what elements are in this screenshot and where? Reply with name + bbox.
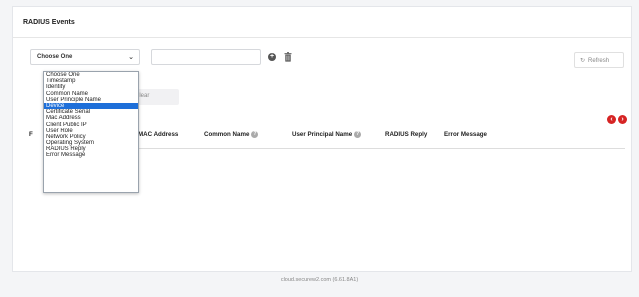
column-header-partial: F bbox=[29, 131, 33, 138]
refresh-icon: ↻ bbox=[580, 58, 586, 64]
filter-field-select[interactable]: Choose One ⌄ bbox=[30, 49, 140, 65]
column-header-error-message[interactable]: Error Message bbox=[444, 131, 487, 138]
column-label: Common Name bbox=[204, 131, 250, 139]
column-header-user-principal-name[interactable]: User Principal Name? bbox=[292, 131, 362, 139]
chevron-right-icon[interactable]: › bbox=[618, 115, 627, 124]
card-title: RADIUS Events bbox=[23, 19, 75, 26]
chevron-down-icon: ⌄ bbox=[128, 54, 134, 61]
column-label: User Principal Name bbox=[292, 131, 353, 139]
search-input[interactable] bbox=[151, 49, 261, 65]
column-header-radius-reply[interactable]: RADIUS Reply bbox=[385, 131, 427, 138]
table-rule bbox=[138, 148, 625, 149]
plus-circle-icon[interactable]: + bbox=[268, 53, 276, 61]
radius-events-card: RADIUS Events Choose One ⌄ + ↻ Refresh Cl… bbox=[12, 6, 632, 272]
help-icon[interactable]: ? bbox=[251, 131, 259, 138]
option-error-message[interactable]: Error Message bbox=[44, 152, 138, 158]
column-header-common-name[interactable]: Common Name? bbox=[204, 131, 259, 139]
select-value: Choose One bbox=[37, 54, 73, 60]
chevron-left-icon[interactable]: ‹ bbox=[607, 115, 616, 124]
filter-options-dropdown[interactable]: Choose One Timestamp Identity Common Nam… bbox=[43, 71, 139, 193]
refresh-label: Refresh bbox=[588, 58, 610, 64]
divider bbox=[13, 37, 631, 38]
footer-version: cloud.securew2.com (6.61.8A1) bbox=[280, 277, 359, 283]
column-header-mac-address[interactable]: MAC Address bbox=[138, 131, 178, 138]
help-icon[interactable]: ? bbox=[354, 131, 362, 138]
trash-icon[interactable] bbox=[284, 52, 292, 62]
refresh-button[interactable]: ↻ Refresh bbox=[574, 52, 624, 68]
